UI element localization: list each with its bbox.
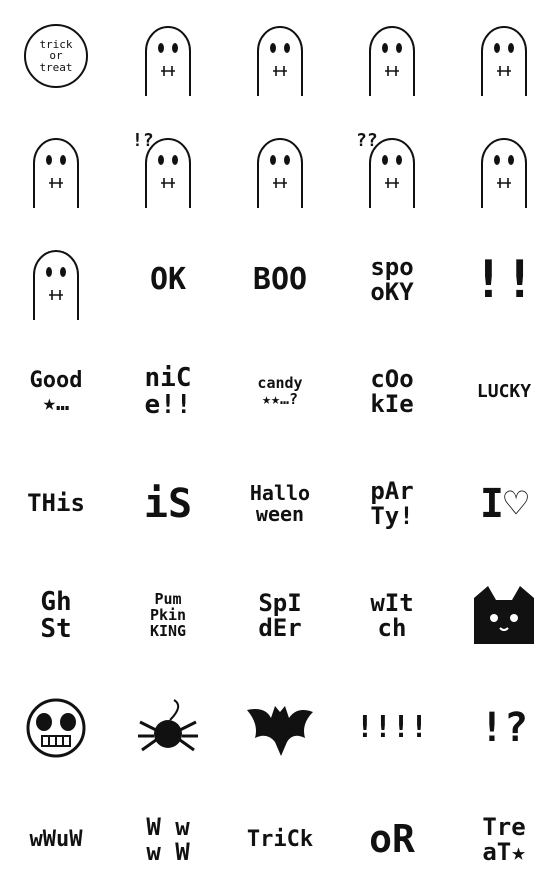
sticker-32[interactable] xyxy=(112,672,224,784)
sticker-2[interactable] xyxy=(112,0,224,112)
sticker-27[interactable]: Pum Pkin KING xyxy=(112,560,224,672)
sticker-text: !!!! xyxy=(355,710,429,746)
sticker-29[interactable]: wIt ch xyxy=(336,560,448,672)
sticker-text: wWuW xyxy=(29,827,83,853)
sticker-38[interactable]: TriCk xyxy=(224,784,336,896)
sticker-text: BOO xyxy=(252,262,308,298)
sticker-23[interactable]: Hallo ween xyxy=(224,448,336,560)
sticker-39[interactable]: oR xyxy=(336,784,448,896)
sticker-22[interactable]: iS xyxy=(112,448,224,560)
sticker-16[interactable]: Good ★… xyxy=(0,336,112,448)
ghost-sunglasses-icon xyxy=(240,128,320,208)
sticker-36[interactable]: wWuW xyxy=(0,784,112,896)
sticker-15[interactable]: !! xyxy=(448,224,560,336)
sticker-text: Good ★… xyxy=(29,367,83,416)
sticker-text: cOo kIe xyxy=(370,364,414,418)
sticker-text: iS xyxy=(143,481,193,527)
sticker-text: candy ★★…? xyxy=(257,374,303,408)
sticker-9[interactable]: ?? xyxy=(336,112,448,224)
sticker-text: niC e!! xyxy=(144,362,192,420)
sticker-34[interactable]: !!!! xyxy=(336,672,448,784)
sticker-30[interactable] xyxy=(448,560,560,672)
sticker-text: spo oKY xyxy=(370,252,414,306)
sticker-17[interactable]: niC e!! xyxy=(112,336,224,448)
sticker-12[interactable]: OK xyxy=(112,224,224,336)
sticker-text: OK xyxy=(149,262,187,298)
spider-icon xyxy=(138,699,198,752)
skull-icon xyxy=(26,698,86,758)
sticker-text: I♡ xyxy=(479,481,529,527)
sticker-grid: trick or treat!??? OK BOO spo oKY!! Good ★… n… xyxy=(0,0,560,896)
sticker-10[interactable] xyxy=(448,112,560,224)
sticker-14[interactable]: spo oKY xyxy=(336,224,448,336)
ghost-laughing-icon xyxy=(240,16,320,96)
sticker-37[interactable]: W w w W xyxy=(112,784,224,896)
sticker-text: W w w W xyxy=(146,812,190,866)
sticker-21[interactable]: THis xyxy=(0,448,112,560)
bat-icon xyxy=(247,706,313,756)
pumpkin-icon xyxy=(464,128,544,208)
sticker-31[interactable] xyxy=(0,672,112,784)
sticker-text: Pum Pkin KING xyxy=(149,590,187,640)
sticker-4[interactable] xyxy=(336,0,448,112)
sticker-13[interactable]: BOO xyxy=(224,224,336,336)
sticker-3[interactable] xyxy=(224,0,336,112)
sticker-28[interactable]: SpI dEr xyxy=(224,560,336,672)
ghost-surprised-icon: !? xyxy=(128,128,208,208)
sticker-text: THis xyxy=(27,489,85,518)
sticker-7[interactable]: !? xyxy=(112,112,224,224)
sticker-text: SpI dEr xyxy=(258,588,302,642)
sticker-text: LUCKY xyxy=(476,380,532,402)
sticker-text: oR xyxy=(369,817,415,862)
ghost-face-icon xyxy=(16,240,96,320)
sticker-35[interactable]: !? xyxy=(448,672,560,784)
sticker-18[interactable]: candy ★★…? xyxy=(224,336,336,448)
black-cat-icon xyxy=(474,586,534,644)
ghost-question-icon: ?? xyxy=(352,128,432,208)
sticker-24[interactable]: pAr Ty! xyxy=(336,448,448,560)
sticker-26[interactable]: Gh St xyxy=(0,560,112,672)
sticker-text: wIt ch xyxy=(370,588,414,642)
speech-bubble: trick or treat xyxy=(24,24,88,88)
sticker-20[interactable]: LUCKY xyxy=(448,336,560,448)
ghost-icon xyxy=(128,16,208,96)
sticker-11[interactable] xyxy=(0,224,112,336)
sticker-text: pAr Ty! xyxy=(370,476,414,530)
sticker-text: Hallo ween xyxy=(249,481,311,526)
sticker-text: Gh St xyxy=(40,586,72,644)
sticker-text: !? xyxy=(479,705,529,751)
sticker-8[interactable] xyxy=(224,112,336,224)
ghost-skull-icon xyxy=(464,16,544,96)
sticker-text: TriCk xyxy=(246,827,314,853)
sticker-33[interactable] xyxy=(224,672,336,784)
ghost-grin-icon xyxy=(352,16,432,96)
sticker-40[interactable]: Tre aT★ xyxy=(448,784,560,896)
ghost-heart-icon xyxy=(16,128,96,208)
sticker-text: Tre aT★ xyxy=(482,812,526,866)
sticker-19[interactable]: cOo kIe xyxy=(336,336,448,448)
sticker-1[interactable]: trick or treat xyxy=(0,0,112,112)
sticker-25[interactable]: I♡ xyxy=(448,448,560,560)
sticker-5[interactable] xyxy=(448,0,560,112)
sticker-text: !! xyxy=(472,249,536,310)
sticker-6[interactable] xyxy=(0,112,112,224)
